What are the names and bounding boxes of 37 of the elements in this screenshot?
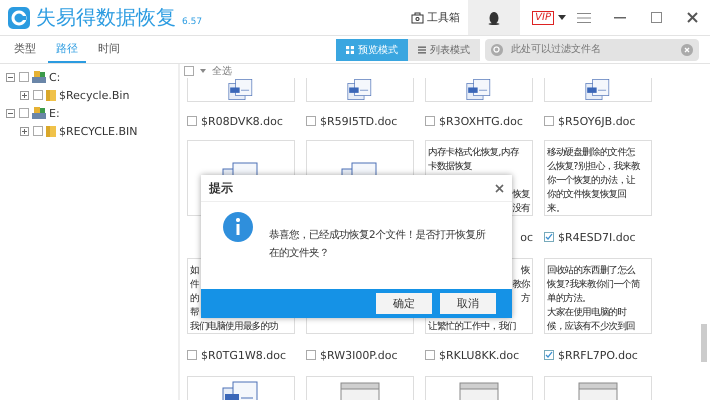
- preview-line: 恢复: [512, 188, 530, 202]
- version-label: 6.57: [182, 16, 202, 26]
- preview-line: 的: [190, 292, 200, 306]
- preview-line: 单的方法。: [547, 292, 592, 306]
- dialog-message: 恭喜您，已经成功恢复2个文件！是否打开恢复所在的文件夹？: [269, 228, 487, 261]
- preview-line: 大家在使用电脑的时: [547, 306, 628, 320]
- preview-line: 让繁忙的工作中，我们: [428, 320, 518, 333]
- dialog-title: 提示: [209, 180, 233, 196]
- file-name: $R4ESD7I.doc: [558, 230, 636, 244]
- preview-line: 候，应该有不少次到回: [547, 320, 636, 333]
- file-name: $R08DVK8.doc: [201, 114, 283, 128]
- preview-line: 教你: [512, 278, 530, 292]
- preview-line: 如: [190, 264, 200, 278]
- preview-line: 方: [521, 292, 530, 306]
- preview-line: 件: [190, 278, 200, 292]
- file-name: $R0TG1W8.doc: [201, 348, 286, 362]
- preview-line: 恢复?我来教你们一个简: [547, 278, 641, 292]
- file-name: $R3OXHTG.doc: [439, 114, 523, 128]
- file-name: $RW3I00P.doc: [320, 348, 398, 362]
- preview-line: 我们电脑使用最多的功: [190, 320, 280, 333]
- file-name: $R5OY6JB.doc: [558, 114, 636, 128]
- preview-line: 内存卡格式化恢复,内存: [428, 146, 520, 160]
- preview-line: 没有: [512, 202, 530, 215]
- file-name: oc: [520, 230, 533, 244]
- preview-line: 移动硬盘删除的文件怎: [547, 146, 636, 160]
- preview-line: 恢: [521, 264, 530, 278]
- preview-line: 卡数据恢复: [428, 160, 474, 174]
- file-name: $RKLU8KK.doc: [439, 348, 520, 362]
- preview-line: 你的文件恢复恢复回: [547, 188, 628, 202]
- file-name: $R59I5TD.doc: [320, 114, 398, 128]
- preview-line: 么恢复?别担心，我来教: [547, 160, 641, 174]
- file-name: $RRFL7PO.doc: [558, 348, 638, 362]
- preview-line: 回收站的东西删了怎么: [547, 264, 636, 278]
- preview-line: 帮: [190, 306, 200, 320]
- preview-line: 来。: [547, 202, 566, 215]
- preview-line: 你一个恢复的办法，让: [547, 174, 636, 188]
- app-title: 失易得数据恢复: [36, 4, 176, 31]
